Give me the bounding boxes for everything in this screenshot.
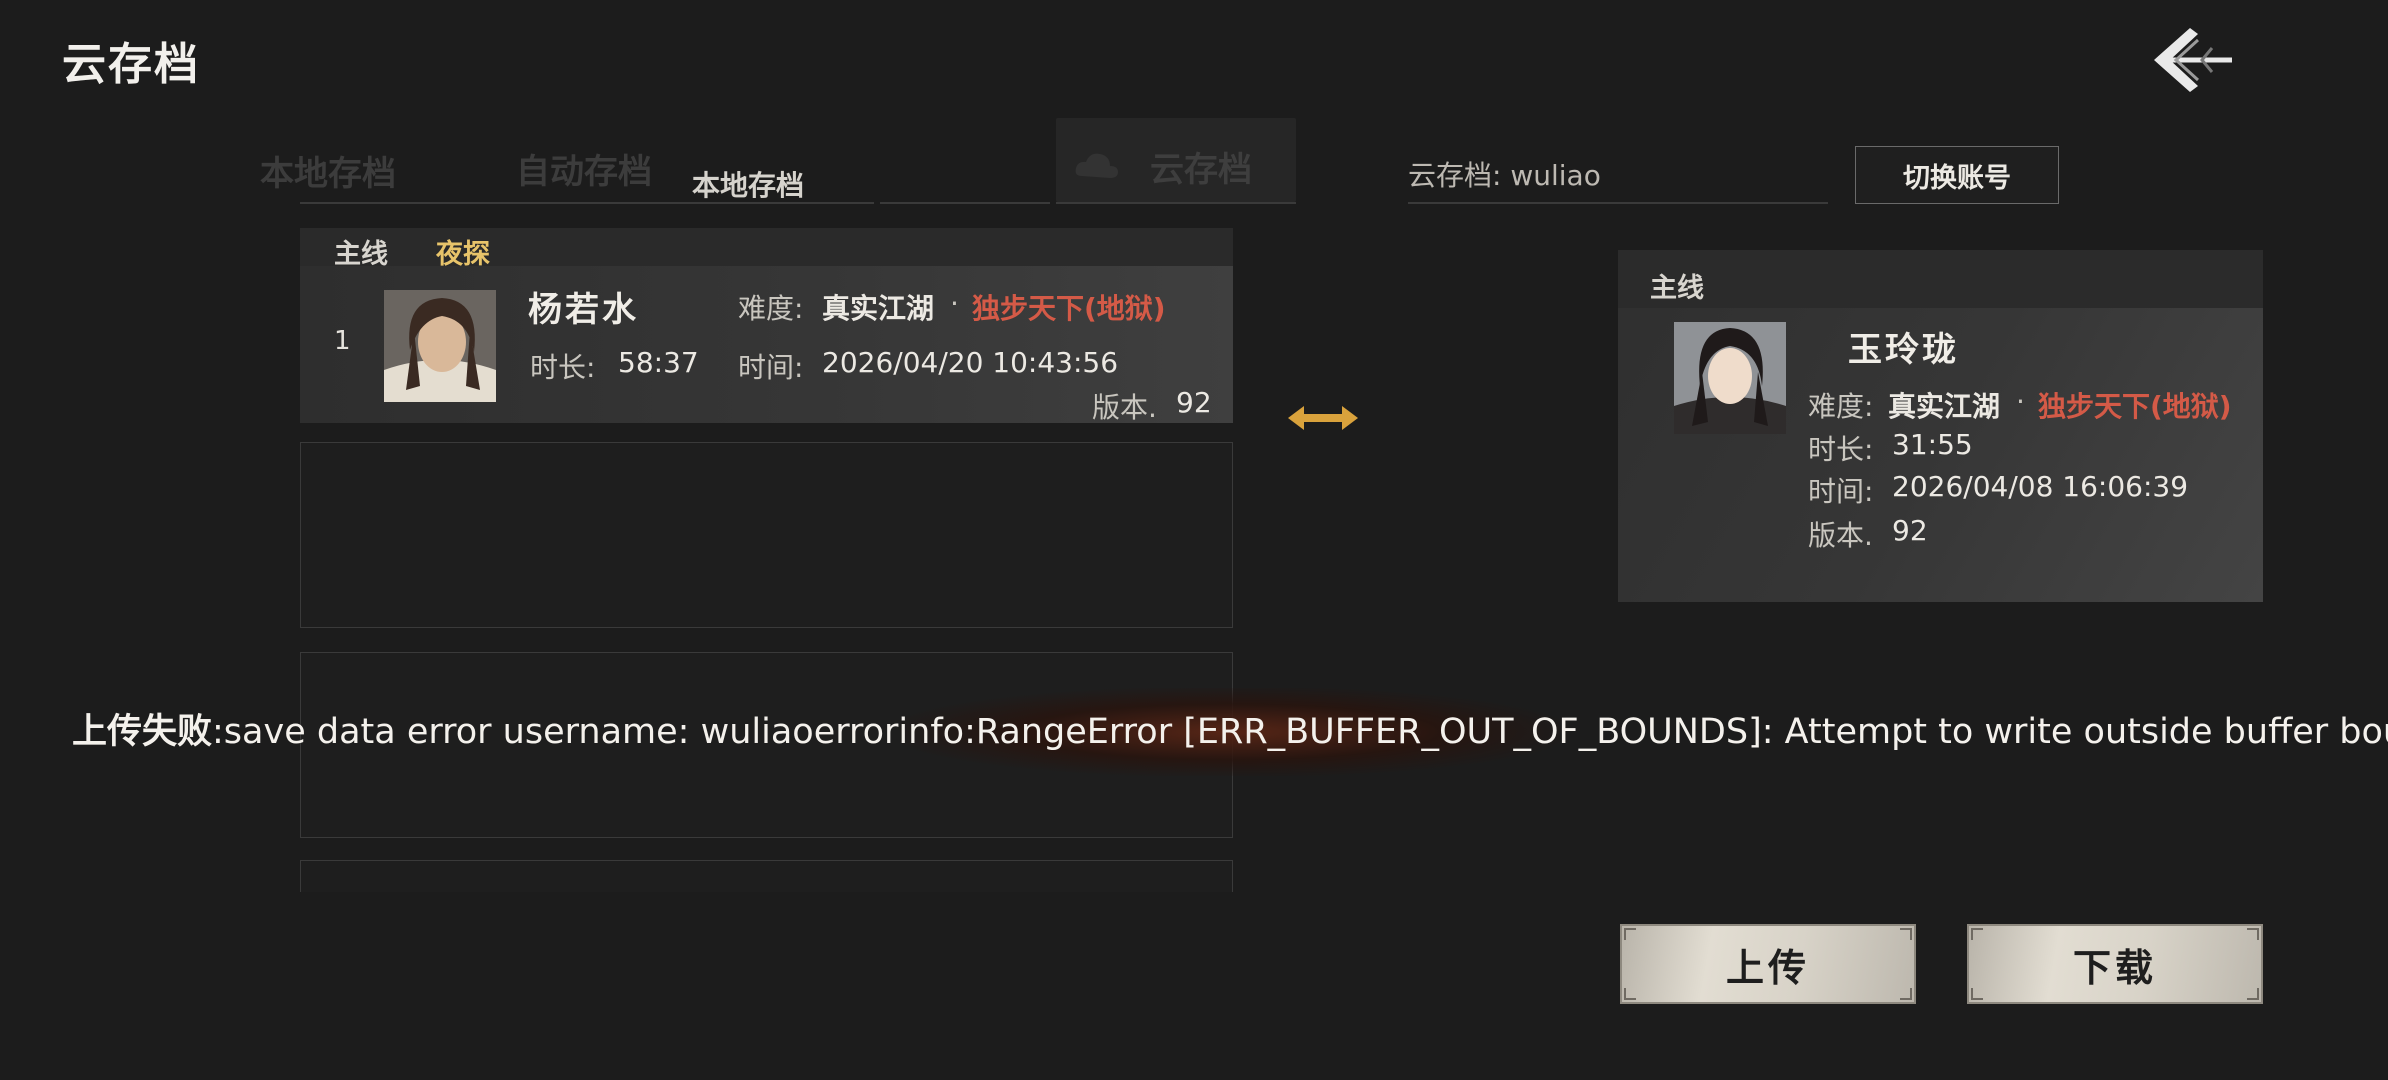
difficulty-value: 真实江湖 (822, 292, 935, 325)
error-toast: 上传失败:save data error username: wuliaoerr… (72, 703, 2388, 754)
tab-underline (1056, 202, 1296, 204)
error-toast-prefix: 上传失败 (72, 712, 213, 752)
download-button-label: 下载 (2072, 944, 2157, 990)
tab-underline (880, 202, 1050, 204)
tab-cloud-save-label: 云存档 (1150, 150, 1252, 190)
cloud-version-value: 92 (1892, 514, 1928, 547)
mode-tab-main[interactable]: 主线 (334, 232, 388, 271)
cloud-difficulty-label: 难度: (1808, 390, 1874, 423)
cloud-time-label: 时间: (1808, 475, 1874, 508)
avatar (384, 290, 496, 402)
difficulty-hell: 独步天下(地狱) (972, 292, 1166, 325)
tab-auto-save[interactable]: 自动存档 (516, 144, 652, 193)
tab-underline (1408, 202, 1828, 204)
switch-account-button[interactable]: 切换账号 (1855, 146, 2059, 204)
cloud-difficulty-hell: 独步天下(地狱) (2038, 390, 2232, 423)
cloud-time-value: 2026/04/08 16:06:39 (1892, 470, 2189, 503)
version-label: 版本. (1092, 391, 1157, 424)
cloud-account-label: 云存档: wuliao (1408, 159, 1601, 192)
error-toast-message: :save data error username: wuliaoerrorin… (212, 712, 2388, 752)
character-name: 杨若水 (528, 290, 639, 330)
time-label: 时间: (738, 351, 804, 384)
difficulty-separator: · (950, 287, 959, 320)
swap-arrows-icon (1284, 400, 1362, 436)
empty-save-slot[interactable] (300, 860, 1233, 892)
cloud-difficulty-value: 真实江湖 (1888, 390, 2001, 423)
upload-button[interactable]: 上传 (1620, 924, 1916, 1004)
download-button[interactable]: 下载 (1967, 924, 2263, 1004)
duration-value: 58:37 (618, 346, 699, 379)
duration-label: 时长: (530, 351, 596, 384)
version-value: 92 (1176, 386, 1212, 419)
cloud-character-name: 玉玲珑 (1848, 330, 1959, 370)
cloud-version-label: 版本. (1808, 519, 1873, 552)
cloud-duration-value: 31:55 (1892, 428, 1973, 461)
cloud-duration-label: 时长: (1808, 433, 1874, 466)
upload-button-label: 上传 (1725, 944, 1810, 990)
local-panel-title: 本地存档 (692, 169, 805, 202)
save-index: 1 (334, 326, 351, 356)
cloud-mode-main: 主线 (1650, 273, 1704, 304)
page-title: 云存档 (62, 39, 200, 90)
time-value: 2026/04/20 10:43:56 (822, 346, 1119, 379)
cloud-difficulty-separator: · (2016, 385, 2025, 418)
tab-local-save[interactable]: 本地存档 (260, 146, 396, 195)
difficulty-label: 难度: (738, 292, 804, 325)
avatar (1674, 322, 1786, 434)
cloud-icon (1072, 146, 1122, 186)
empty-save-slot[interactable] (300, 442, 1233, 628)
mode-tab-night[interactable]: 夜探 (436, 232, 490, 271)
back-arrow-icon[interactable] (2140, 20, 2240, 100)
